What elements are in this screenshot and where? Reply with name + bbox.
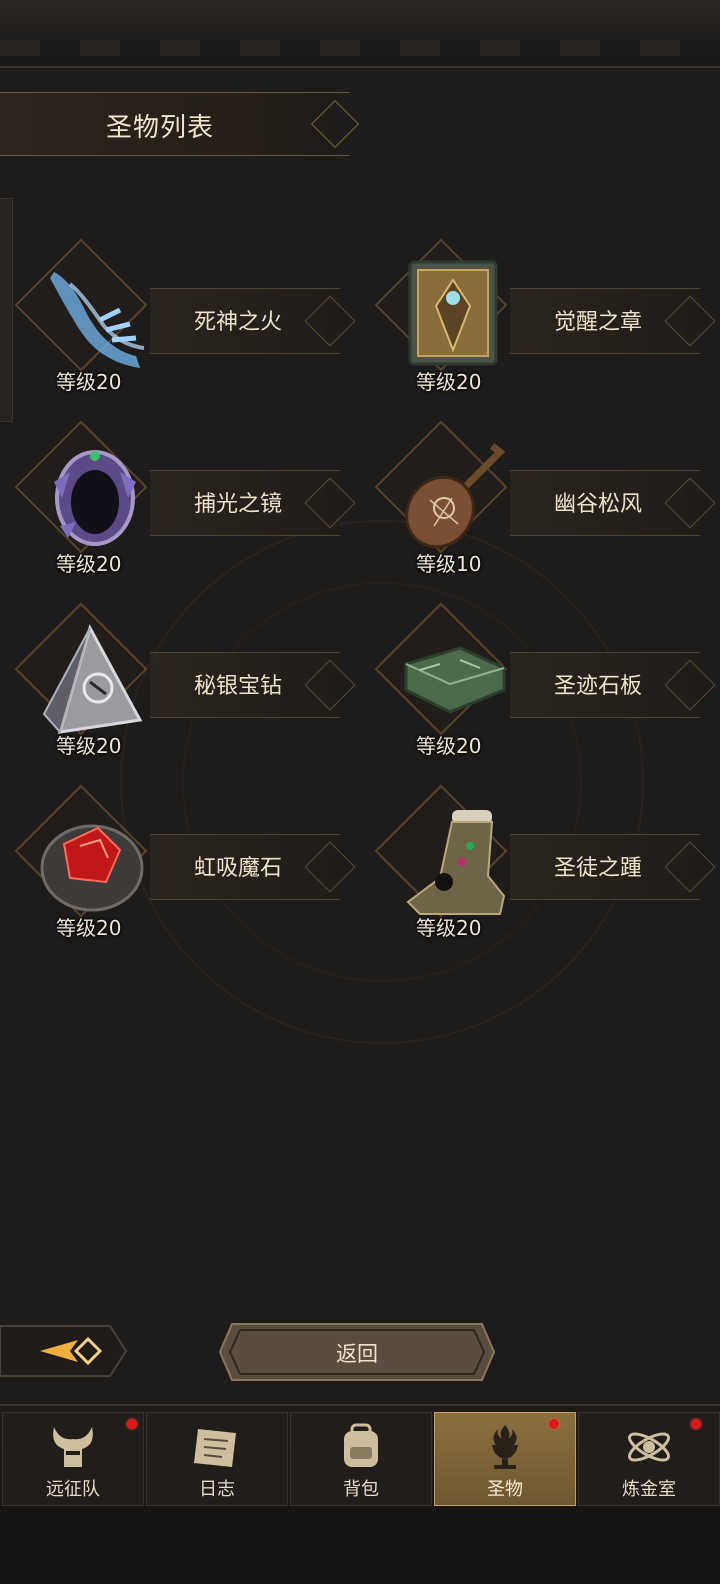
mirror-icon	[54, 450, 136, 546]
relic-name: 秘银宝钻	[194, 674, 283, 699]
return-label: 返回	[336, 1342, 378, 1366]
backpack-icon	[344, 1423, 378, 1467]
tab-journal[interactable]: 日志	[146, 1412, 288, 1506]
title-banner: 圣物列表	[0, 92, 350, 156]
page-title: 圣物列表	[106, 113, 215, 143]
relic-name: 死神之火	[194, 310, 283, 335]
relic-name: 圣徒之踵	[554, 856, 643, 881]
relic-name: 圣迹石板	[554, 674, 643, 699]
relic-card[interactable]: 秘银宝钻 等级20	[0, 600, 340, 758]
collapse-arrow-button[interactable]	[0, 1316, 130, 1386]
relic-name: 觉醒之章	[554, 310, 643, 335]
arrow-left-icon	[0, 1325, 128, 1377]
top-ornament	[0, 40, 720, 56]
relic-level: 等级20	[56, 916, 122, 940]
tab-label: 炼金室	[622, 1479, 676, 1500]
jeweled-foot-icon	[406, 810, 506, 915]
relic-card[interactable]: 捕光之镜 等级20	[0, 418, 340, 576]
tab-label: 背包	[343, 1479, 379, 1500]
relic-card[interactable]: 圣迹石板 等级20	[360, 600, 700, 758]
horned-helmet-icon	[53, 1427, 93, 1467]
tab-label: 圣物	[487, 1479, 523, 1500]
tab-backpack[interactable]: 背包	[290, 1412, 432, 1506]
tab-label: 日志	[199, 1479, 235, 1500]
scroll-icon	[194, 1429, 236, 1467]
relic-level: 等级20	[416, 734, 482, 758]
bottom-strip	[0, 1508, 720, 1582]
notification-dot	[549, 1419, 559, 1429]
notification-dot	[691, 1419, 701, 1429]
return-button[interactable]: 返回	[218, 1322, 496, 1382]
relic-level: 等级20	[56, 552, 122, 576]
alchemy-icon	[628, 1432, 670, 1462]
chalice-icon	[492, 1425, 518, 1469]
magic-stone-icon	[40, 824, 144, 912]
relic-name: 虹吸魔石	[194, 856, 283, 881]
relic-level: 等级20	[56, 734, 122, 758]
notification-dot	[127, 1419, 137, 1429]
relic-card[interactable]: 虹吸魔石 等级20	[0, 782, 340, 940]
relic-level: 等级10	[416, 552, 482, 576]
tab-alchemy[interactable]: 炼金室	[578, 1412, 720, 1506]
relic-level: 等级20	[416, 370, 482, 394]
tab-label: 远征队	[46, 1479, 100, 1500]
relic-name: 捕光之镜	[194, 492, 283, 517]
relic-card[interactable]: 幽谷松风 等级10	[360, 418, 700, 576]
lute-icon	[405, 443, 506, 549]
relic-card[interactable]: 觉醒之章 等级20	[360, 236, 700, 394]
relic-card[interactable]: 死神之火 等级20	[0, 236, 340, 394]
tab-relics[interactable]: 圣物	[434, 1412, 576, 1506]
tome-icon	[408, 260, 498, 366]
relic-card[interactable]: 圣徒之踵 等级20	[360, 782, 700, 940]
relic-level: 等级20	[416, 916, 482, 940]
relic-name: 幽谷松风	[554, 492, 643, 517]
spectral-hand-icon	[50, 272, 145, 368]
tab-expedition[interactable]: 远征队	[2, 1412, 144, 1506]
pyramid-icon	[42, 624, 143, 734]
relic-level: 等级20	[56, 370, 122, 394]
top-frame	[0, 0, 720, 68]
stone-tablet-icon	[404, 646, 506, 714]
